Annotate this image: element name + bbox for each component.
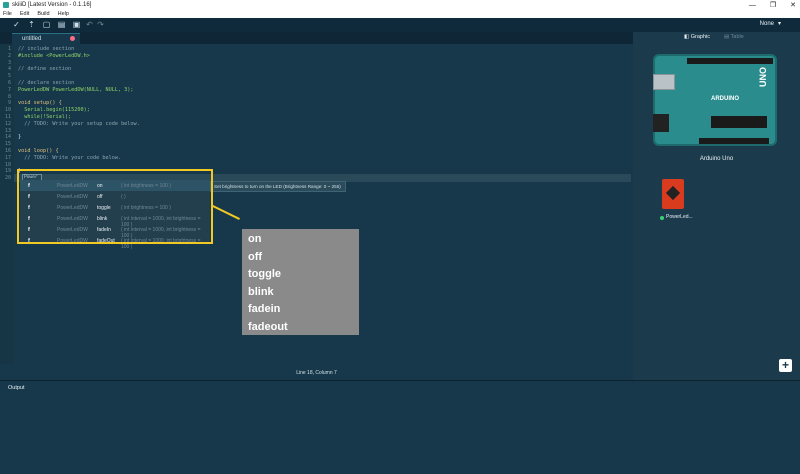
line-number: 12 [4,120,11,127]
editor-tab-row: untitled [0,32,640,44]
line-number: 2 [7,52,11,59]
annotation-item: blink [248,285,274,298]
code-line: // TODO: Write your setup code below. [18,120,140,127]
line-number: 6 [7,80,11,86]
minimize-button[interactable]: — [749,2,756,9]
board-uno-text: UNO [758,67,768,87]
menu-help[interactable]: Help [58,11,69,17]
module-label: PowerLed... [666,214,693,220]
output-title: Output [8,385,25,391]
tab-table-label: Table [730,34,744,40]
module-status-dot [660,216,664,220]
line-number: 10 [4,107,11,114]
code-line: Serial.begin(115200); [18,107,90,114]
code-line: PowerLedDW PowerLedDW(NULL, NULL, 3); [18,86,134,93]
undo-icon[interactable]: ↶ [85,20,94,29]
right-panel: ◧ Graphic ▤ Table UNO ARDUINO Arduino Un… [633,32,800,380]
line-number: 1 [7,46,11,52]
module-knob-icon [665,185,681,201]
menu-bar: File Edit Build Help [0,10,800,18]
app-icon [3,2,9,8]
line-number: 19 [4,168,11,175]
line-number: 13 [4,127,11,134]
unsaved-indicator [70,36,75,41]
board-select[interactable]: None [760,21,774,27]
line-number: 7 [7,86,11,93]
graphic-icon: ◧ [684,34,690,40]
line-number: 5 [7,73,11,80]
chevron-down-icon[interactable]: ▾ [778,20,781,27]
board-chip [711,116,767,128]
menu-file[interactable]: File [3,11,12,17]
powerled-module-image[interactable] [662,179,684,209]
window-controls: — ❐ ✕ [749,0,796,10]
window-title: skiiiD [Latest Version - 0.1.16] [12,2,92,8]
line-number: 16 [4,148,11,154]
annotation-item: on [248,233,262,245]
cursor-position: Line 18, Column 7 [296,370,337,376]
annotation-item: off [248,250,263,263]
annotation-item: fadein [248,303,281,315]
status-bar: Line 18, Column 7 [0,364,633,380]
tab-table[interactable]: ▤ Table [724,34,744,40]
code-line: #include <PowerLedDW.h> [18,52,90,59]
menu-build[interactable]: Build [37,11,49,17]
code-line: void setup() { [18,100,62,107]
board-usb-port [653,74,675,90]
save-icon[interactable]: ▣ [72,20,81,29]
toolbar: ✓ ⇡ ▢ ▤ ▣ ↶ ↷ None ▾ [0,18,800,32]
code-line: // include section [18,46,75,52]
tab-graphic-label: Graphic [690,34,710,40]
close-button[interactable]: ✕ [790,1,796,9]
line-number: 11 [4,114,11,120]
code-line: while(!Serial); [18,114,72,120]
open-folder-icon[interactable]: ▤ [57,20,66,29]
add-module-button[interactable]: + [779,359,792,372]
line-gutter: 1 2 3 4 5 6 7 8 9 10 11 12 13 14 15 16 17 18 19 20 [0,44,14,364]
output-panel: Output [0,380,800,474]
line-number: 14 [4,134,11,141]
annotation-item: fadeout [248,320,288,333]
board-name: Arduino Uno [699,156,734,162]
line-number: 18 [4,161,11,168]
annotation-list: on off toggle blink fadein fadeout [242,229,359,335]
upload-icon[interactable]: ⇡ [27,20,36,29]
annotation-item: toggle [248,268,281,280]
line-number: 8 [7,93,11,100]
tab-graphic[interactable]: ◧ Graphic [684,34,710,40]
redo-icon[interactable]: ↷ [96,20,105,29]
code-line: // declare section [18,80,75,86]
arduino-uno-board-image[interactable]: UNO ARDUINO [653,54,777,146]
new-file-icon[interactable]: ▢ [42,20,51,29]
board-power-jack [653,114,669,132]
code-line: void loop() { [18,148,59,154]
autocomplete-tooltip: Set brightness to turn on the LED (Brigh… [210,181,346,192]
menu-edit[interactable]: Edit [20,11,29,17]
line-number: 3 [7,59,11,66]
line-number: 15 [4,141,11,148]
maximize-button[interactable]: ❐ [770,1,776,9]
line-number: 4 [7,66,11,73]
title-bar: skiiiD [Latest Version - 0.1.16] — ❐ ✕ [0,0,800,10]
board-header-bottom [699,138,769,144]
code-line: // TODO: Write your code below. [18,154,122,161]
table-icon: ▤ [724,34,730,40]
check-icon[interactable]: ✓ [12,20,21,29]
line-number: 17 [4,154,11,161]
board-brand-text: ARDUINO [711,96,739,102]
line-number: 20 [4,175,11,182]
highlight-box [17,169,213,244]
code-line: } [18,134,22,141]
code-line: // define section [18,66,72,73]
line-number: 9 [7,100,11,107]
board-header-top [687,58,773,64]
